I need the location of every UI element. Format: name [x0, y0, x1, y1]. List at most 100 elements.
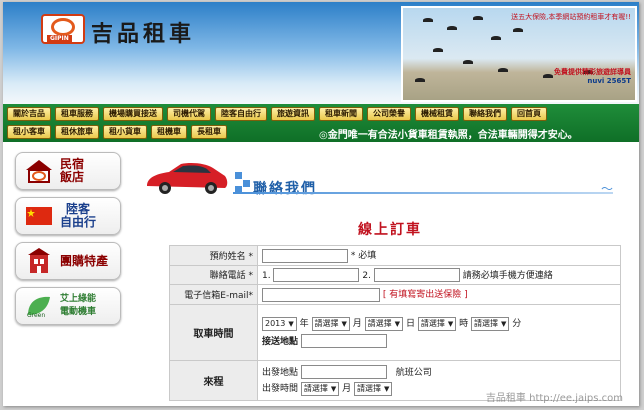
decor-square: [235, 172, 242, 179]
email-note-close: ]: [464, 290, 468, 300]
name-input[interactable]: [262, 248, 348, 263]
phone2-input[interactable]: [373, 268, 460, 282]
unit-month: 月: [352, 319, 362, 329]
green-logo-text: Green: [27, 312, 45, 319]
bird-icon: [543, 74, 553, 78]
form-row-phone: 聯絡電話 * 1. 2. 請務必填手機方便連絡: [169, 264, 621, 285]
year-select-value: 2013: [265, 318, 286, 328]
nav-mainland-tour[interactable]: 陸客自由行: [215, 107, 267, 121]
bird-icon: [498, 68, 508, 72]
browser-frame: GIPIN 吉品租車 送五大保險,本季網站預約租車才有喔!! 免費提供精彩旅遊詳…: [3, 2, 639, 406]
nav-machinery[interactable]: 機械租賃: [415, 107, 459, 121]
sidebar-item-groupbuy[interactable]: 團購特產: [15, 242, 121, 280]
section-title: 聯絡我們: [253, 181, 317, 197]
depart-day-select[interactable]: 請選擇 ▼: [354, 381, 393, 396]
nav-travel-info[interactable]: 旅遊資訊: [271, 107, 315, 121]
china-flag-icon: [24, 202, 54, 230]
nav-home[interactable]: 回首頁: [511, 107, 547, 121]
chevron-down-icon: ▼: [288, 319, 294, 328]
bird-icon: [513, 28, 523, 32]
main-navigation: 關於吉品 租車服務 機場購買接送 司機代駕 陸客自由行 旅遊資訊 租車新聞 公司…: [3, 104, 639, 142]
phone1-prefix: 1.: [262, 270, 271, 281]
bird-icon: [473, 16, 483, 20]
nav-chauffeur[interactable]: 司機代駕: [167, 107, 211, 121]
arrival-label: 來程: [169, 359, 258, 401]
green-leaf-icon: Green: [24, 292, 54, 320]
nav-marquee-text: ◎金門唯一有合法小貨車租賃執照，合法車輛開得才安心。: [319, 130, 578, 141]
select-placeholder: 請選擇: [314, 318, 339, 328]
minute-select[interactable]: 請選擇 ▼: [470, 316, 510, 331]
form-title: 線上訂車: [358, 222, 422, 238]
sidebar-item-hotel[interactable]: 民宿 飯店: [15, 152, 121, 190]
day-select[interactable]: 請選擇 ▼: [364, 316, 404, 331]
form-row-pickup: 取車時間 2013 ▼ 年 請選擇 ▼ 月 請選擇 ▼ 日 請選擇 ▼ 時 請選擇 ▼ 分…: [169, 303, 621, 361]
logo-brand-text: GIPIN: [47, 35, 72, 42]
bird-icon: [491, 36, 501, 40]
email-label: 電子信箱E-mail*: [169, 284, 258, 305]
email-note: 有填寫寄出送保險: [389, 290, 462, 300]
nav-about[interactable]: 關於吉品: [7, 107, 51, 121]
pickup-place-input[interactable]: [300, 334, 387, 348]
form-row-name: 預約姓名 * * 必填: [169, 245, 621, 266]
booking-form: 預約姓名 * * 必填 聯絡電話 * 1. 2. 請務必填手機方便連絡 電子信箱…: [169, 245, 621, 401]
nav-honors[interactable]: 公司榮譽: [367, 107, 411, 121]
nav-rent-truck[interactable]: 租小貨車: [103, 125, 147, 139]
nav-rental-service[interactable]: 租車服務: [55, 107, 99, 121]
phone-label: 聯絡電話 *: [169, 264, 258, 285]
bird-icon: [463, 60, 473, 64]
nav-airport-transfer[interactable]: 機場購買接送: [103, 107, 163, 121]
sidebar-item-label: 艾上綠能 電動機車: [60, 294, 97, 317]
banner-ad-line2: 免費提供精彩旅遊詳導員 nuvi 2565T: [554, 68, 631, 86]
hour-select[interactable]: 請選擇 ▼: [417, 316, 457, 331]
bird-icon: [433, 48, 443, 52]
chevron-down-icon: ▼: [394, 319, 401, 328]
phone2-prefix: 2.: [362, 270, 371, 281]
select-placeholder: 請選擇: [367, 318, 392, 328]
banner-ad-model: nuvi 2565T: [587, 77, 631, 85]
site-header: GIPIN 吉品租車 送五大保險,本季網站預約租車才有喔!! 免費提供精彩旅遊詳…: [3, 2, 639, 104]
name-cell: * 必填: [257, 245, 621, 266]
banner-ad-line1: 送五大保險,本季網站預約租車才有喔!!: [511, 13, 631, 21]
email-note-open: [: [382, 290, 387, 300]
chevron-down-icon: ▼: [384, 384, 390, 393]
nav-rental-news[interactable]: 租車新聞: [319, 107, 363, 121]
sidebar-item-green-scooter[interactable]: Green 艾上綠能 電動機車: [15, 287, 121, 325]
chevron-down-icon: ▼: [447, 319, 454, 328]
phone1-input[interactable]: [273, 268, 360, 282]
bird-icon: [415, 78, 425, 82]
car-illustration: [147, 163, 228, 194]
sidebar: 民宿 飯店 陸客 自由行 團購特產 Green 艾上綠能 電動機車: [15, 152, 125, 332]
site-title: 吉品租車: [91, 21, 196, 47]
banner-ad-text: 免費提供精彩旅遊詳導員: [554, 68, 631, 76]
sidebar-item-label: 團購特產: [60, 253, 109, 268]
year-select[interactable]: 2013 ▼: [262, 316, 297, 331]
select-placeholder: 請選擇: [420, 318, 445, 328]
pickup-place-label: 接送地點: [262, 336, 299, 347]
name-label: 預約姓名 *: [169, 245, 258, 266]
house-logo-icon: [24, 157, 54, 185]
logo-ring-icon: [51, 18, 75, 36]
month-select[interactable]: 請選擇 ▼: [311, 316, 350, 331]
nav-row-1: 關於吉品 租車服務 機場購買接送 司機代駕 陸客自由行 旅遊資訊 租車新聞 公司…: [7, 107, 547, 121]
form-row-email: 電子信箱E-mail* [ 有填寫寄出送保險 ]: [169, 284, 621, 305]
depart-month-select[interactable]: 請選擇 ▼: [300, 381, 340, 396]
nav-long-term[interactable]: 長租車: [191, 125, 227, 139]
decor-square: [243, 180, 250, 187]
nav-rent-scooter[interactable]: 租機車: [151, 125, 187, 139]
nav-rent-suv[interactable]: 租休旅車: [55, 125, 99, 139]
email-input[interactable]: [262, 287, 380, 302]
sidebar-item-label: 民宿 飯店: [60, 157, 85, 184]
nav-contact[interactable]: 聯絡我們: [463, 107, 507, 121]
watermark-text: 吉品租車 http://ee.jaips.com: [485, 393, 623, 404]
select-placeholder: 請選擇: [473, 318, 498, 328]
header-banner-photo: 送五大保險,本季網站預約租車才有喔!! 免費提供精彩旅遊詳導員 nuvi 256…: [401, 6, 637, 102]
swirl-icon: 〜: [601, 182, 614, 196]
sidebar-item-mainland[interactable]: 陸客 自由行: [15, 197, 121, 235]
nav-rent-car[interactable]: 租小客車: [7, 125, 51, 139]
bird-icon: [447, 26, 457, 30]
sidebar-item-label: 陸客 自由行: [60, 202, 97, 229]
depart-place-input[interactable]: [300, 365, 387, 379]
select-placeholder: 請選擇: [357, 383, 382, 393]
pickup-cell: 2013 ▼ 年 請選擇 ▼ 月 請選擇 ▼ 日 請選擇 ▼ 時 請選擇 ▼ 分 接送地點: [257, 303, 621, 361]
site-logo[interactable]: GIPIN: [41, 14, 85, 44]
